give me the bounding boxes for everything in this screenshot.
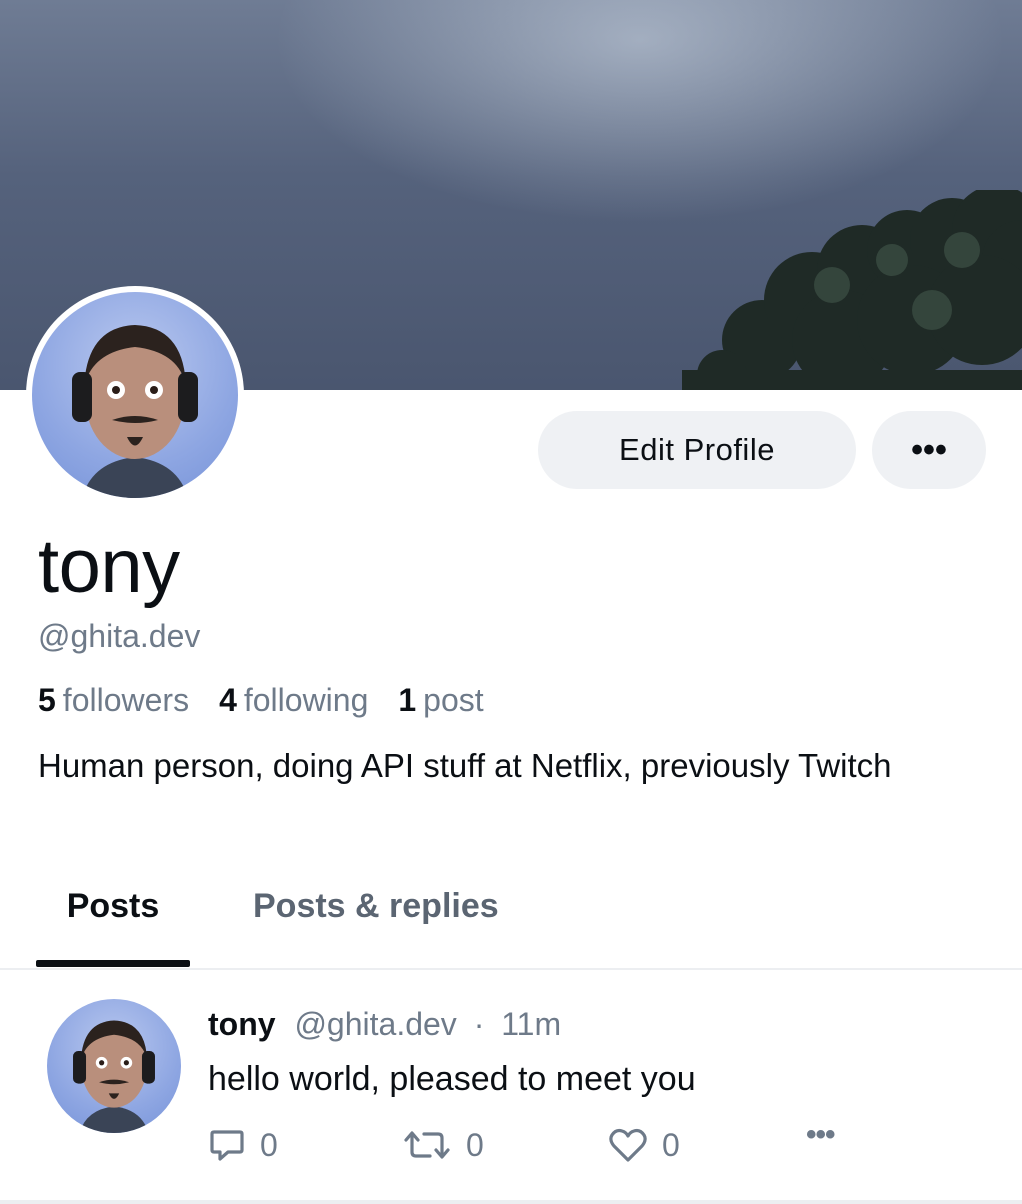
post-more-icon: •••	[806, 1118, 835, 1151]
feed-post[interactable]: tony @ghita.dev · 11m hello world, pleas…	[0, 970, 1022, 1204]
avatar-portrait	[72, 325, 198, 498]
repost-icon	[404, 1131, 450, 1159]
profile-stats: 5 followers 4 following 1 post	[38, 678, 484, 722]
profile-avatar[interactable]	[26, 286, 244, 504]
display-name: tony	[38, 524, 180, 609]
avatar-image	[32, 292, 238, 498]
tab-posts-and-replies[interactable]: Posts & replies	[253, 884, 499, 928]
post-separator: ·	[473, 1006, 485, 1042]
reply-button[interactable]: 0	[208, 1120, 278, 1170]
posts-label: post	[423, 682, 484, 718]
active-tab-indicator	[36, 960, 190, 967]
like-count: 0	[662, 1126, 680, 1163]
profile-bio: Human person, doing API stuff at Netflix…	[38, 747, 892, 784]
posts-count: 1	[398, 682, 417, 718]
edit-profile-button[interactable]: Edit Profile	[538, 411, 856, 489]
post-avatar-portrait	[73, 1020, 155, 1133]
profile-more-button[interactable]: •••	[872, 411, 986, 489]
followers-count: 5	[38, 682, 56, 718]
reply-count: 0	[260, 1126, 278, 1163]
post-avatar[interactable]	[47, 999, 181, 1133]
post-header: tony @ghita.dev · 11m	[208, 1002, 561, 1046]
profile-handle: @ghita.dev	[38, 618, 201, 654]
repost-count: 0	[466, 1126, 484, 1163]
following-count: 4	[219, 682, 237, 718]
more-icon: •••	[911, 430, 947, 469]
tree-icon	[682, 190, 1022, 390]
following-label: following	[243, 682, 369, 718]
reply-icon	[210, 1130, 244, 1161]
followers-label: followers	[62, 682, 190, 718]
post-text: hello world, pleased to meet you	[208, 1060, 696, 1098]
profile-tabs: Posts Posts & replies	[0, 868, 1022, 970]
repost-button[interactable]: 0	[402, 1120, 484, 1170]
tab-posts[interactable]: Posts	[36, 884, 190, 928]
like-button[interactable]: 0	[608, 1120, 680, 1170]
post-more-button[interactable]: •••	[806, 1110, 835, 1160]
post-author[interactable]: tony	[208, 1006, 276, 1042]
post-timestamp[interactable]: 11m	[501, 1006, 561, 1042]
heart-icon	[609, 1128, 647, 1162]
followers-link[interactable]: 5 followers	[38, 678, 189, 722]
posts-stat: 1 post	[398, 678, 483, 722]
following-link[interactable]: 4 following	[219, 678, 368, 722]
post-handle[interactable]: @ghita.dev	[294, 1006, 456, 1042]
